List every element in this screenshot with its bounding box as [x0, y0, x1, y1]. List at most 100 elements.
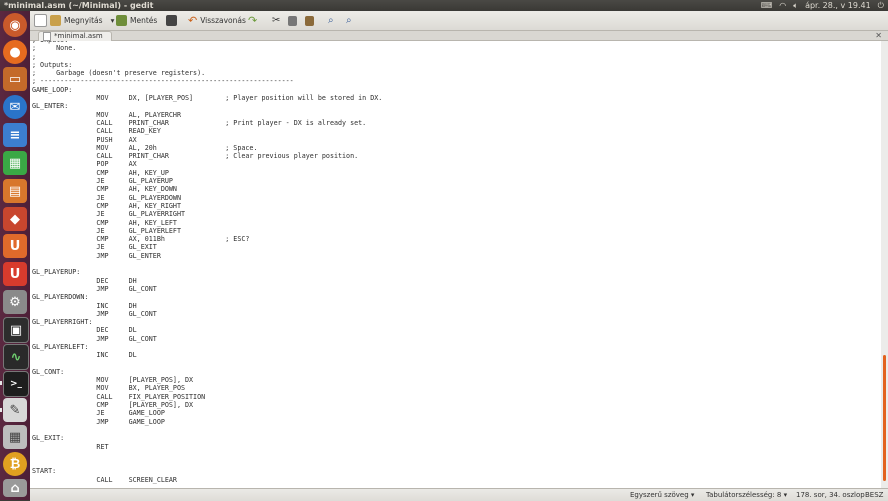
code-line[interactable]: RET — [32, 443, 881, 451]
impress-icon[interactable]: ▤ — [3, 179, 27, 203]
code-line[interactable]: CMP AH, KEY_DOWN — [32, 185, 881, 193]
code-line[interactable]: JMP GL_CONT — [32, 335, 881, 343]
settings-gear-icon[interactable]: ⚙ — [3, 290, 27, 314]
gedit-icon[interactable]: ✎ — [3, 398, 27, 422]
keyboard-icon[interactable]: ⌨ — [761, 0, 773, 11]
terminal-icon[interactable]: >_ — [3, 371, 29, 397]
code-line[interactable]: CMP AH, KEY_UP — [32, 169, 881, 177]
code-line[interactable]: GL_PLAYERUP: — [32, 268, 881, 276]
ubuntu-one-icon[interactable]: U — [3, 234, 27, 258]
code-line[interactable]: MOV DX, [PLAYER_POS] ; Player position w… — [32, 94, 881, 102]
code-line[interactable]: GAME_LOOP: — [32, 86, 881, 94]
system-monitor-icon[interactable]: ∿ — [3, 344, 29, 370]
scrollbar-thumb[interactable] — [883, 355, 886, 481]
code-line[interactable]: GL_CONT: — [32, 368, 881, 376]
ubuntu-one-music-icon[interactable]: U — [3, 262, 27, 286]
code-line[interactable]: INC DH — [32, 302, 881, 310]
code-line[interactable]: JE GL_PLAYERLEFT — [32, 227, 881, 235]
paste-button[interactable] — [305, 13, 314, 28]
code-line[interactable] — [32, 459, 881, 467]
code-line[interactable]: JE GAME_LOOP — [32, 409, 881, 417]
chevron-down-icon[interactable]: ▾ — [111, 16, 115, 25]
calculator-icon[interactable]: ▦ — [3, 425, 27, 449]
calc-icon[interactable]: ▦ — [3, 151, 27, 175]
code-line[interactable]: GL_PLAYERLEFT: — [32, 343, 881, 351]
print-icon — [166, 15, 177, 26]
text-editor[interactable]: ; Inputs:; None.;; Outputs:; Garbage (do… — [30, 41, 881, 488]
code-line[interactable]: CALL PRINT_CHAR ; Print player - DX is a… — [32, 119, 881, 127]
writer-icon[interactable]: ≡ — [3, 123, 27, 147]
search-button[interactable]: ⌕ — [328, 13, 334, 28]
code-line[interactable]: JE GL_PLAYERRIGHT — [32, 210, 881, 218]
software-center-icon[interactable]: ◆ — [3, 207, 27, 231]
code-line[interactable]: CALL PRINT_CHAR ; Clear previous player … — [32, 152, 881, 160]
code-line[interactable]: CMP AH, KEY_RIGHT — [32, 202, 881, 210]
firefox-icon[interactable]: ● — [3, 40, 27, 64]
code-line[interactable] — [32, 360, 881, 368]
files-icon[interactable]: ▭ — [3, 67, 27, 91]
code-line[interactable]: INC DL — [32, 351, 881, 359]
code-line[interactable]: CALL SCREEN_CLEAR — [32, 476, 881, 484]
code-line[interactable]: PUSH AX — [32, 136, 881, 144]
code-line[interactable]: MOV AL, 20h ; Space. — [32, 144, 881, 152]
code-line[interactable]: JMP GL_CONT — [32, 285, 881, 293]
code-line[interactable]: GL_PLAYERRIGHT: — [32, 318, 881, 326]
code-line[interactable]: JMP GL_CONT — [32, 310, 881, 318]
code-line[interactable]: CMP AX, 011Bh ; ESC? — [32, 235, 881, 243]
undo-button[interactable]: ↶ Visszavonás — [188, 13, 246, 28]
volume-icon[interactable]: 🔈︎ — [793, 0, 798, 11]
window-title: *minimal.asm (~/Minimal) - gedit — [4, 1, 154, 10]
redo-button[interactable]: ↷ — [248, 13, 257, 28]
tab-width-selector[interactable]: Tabulátorszélesség: 8 ▾ — [706, 489, 787, 501]
code-line[interactable]: JMP GAME_LOOP — [32, 418, 881, 426]
code-text[interactable]: ; Inputs:; None.;; Outputs:; Garbage (do… — [30, 41, 881, 484]
code-line[interactable]: ; Garbage (doesn't preserve registers). — [32, 69, 881, 77]
copy-button[interactable] — [288, 13, 297, 28]
dash-icon[interactable]: ◉ — [3, 13, 27, 37]
code-line[interactable]: CMP [PLAYER_POS], DX — [32, 401, 881, 409]
tab-close-icon[interactable]: ✕ — [875, 31, 882, 40]
code-line[interactable] — [32, 260, 881, 268]
vertical-scrollbar[interactable] — [881, 41, 888, 488]
print-button[interactable] — [166, 13, 177, 28]
thunderbird-icon[interactable]: ✉ — [3, 95, 27, 119]
tab-minimal-asm[interactable]: *minimal.asm — [38, 31, 112, 41]
code-line[interactable]: ; --------------------------------------… — [32, 77, 881, 85]
code-line[interactable]: CALL READ_KEY — [32, 127, 881, 135]
open-button[interactable]: Megnyitás ▾ — [50, 13, 114, 28]
syntax-selector[interactable]: Egyszerű szöveg ▾ — [630, 489, 694, 501]
trash-icon[interactable]: ⌂ — [3, 479, 27, 497]
code-line[interactable]: MOV AL, PLAYERCHR — [32, 111, 881, 119]
power-icon[interactable]: ⏻ — [878, 0, 884, 11]
code-line[interactable]: MOV [PLAYER_POS], DX — [32, 376, 881, 384]
code-line[interactable]: JE GL_PLAYERDOWN — [32, 194, 881, 202]
code-line[interactable]: ; Outputs: — [32, 61, 881, 69]
replace-button[interactable]: ⌕ — [346, 13, 352, 28]
undo-icon: ↶ — [188, 14, 198, 27]
code-line[interactable] — [32, 451, 881, 459]
code-line[interactable]: MOV BX, PLAYER_POS — [32, 384, 881, 392]
new-button[interactable] — [34, 13, 47, 28]
code-line[interactable]: DEC DH — [32, 277, 881, 285]
code-line[interactable]: JE GL_EXIT — [32, 243, 881, 251]
code-line[interactable]: GL_EXIT: — [32, 434, 881, 442]
code-line[interactable]: JE GL_PLAYERUP — [32, 177, 881, 185]
code-line[interactable] — [32, 426, 881, 434]
code-line[interactable]: JMP GL_ENTER — [32, 252, 881, 260]
code-line[interactable]: ; None. — [32, 44, 881, 52]
cut-button[interactable]: ✂ — [272, 13, 280, 28]
code-line[interactable]: START: — [32, 467, 881, 475]
code-line[interactable]: GL_ENTER: — [32, 102, 881, 110]
code-line[interactable]: ; — [32, 53, 881, 61]
code-line[interactable]: CALL FIX_PLAYER_POSITION — [32, 393, 881, 401]
save-button[interactable]: Mentés — [116, 13, 157, 28]
code-line[interactable]: POP AX — [32, 160, 881, 168]
virtual-machine-icon[interactable]: ▣ — [3, 317, 29, 343]
bitcoin-icon[interactable]: ₿ — [3, 452, 27, 476]
clock[interactable]: ápr. 28., v 19.41 — [805, 0, 871, 11]
text-file-icon — [43, 32, 51, 41]
code-line[interactable]: CMP AH, KEY_LEFT — [32, 219, 881, 227]
code-line[interactable]: GL_PLAYERDOWN: — [32, 293, 881, 301]
wifi-icon[interactable]: ◠ — [779, 0, 786, 11]
code-line[interactable]: DEC DL — [32, 326, 881, 334]
